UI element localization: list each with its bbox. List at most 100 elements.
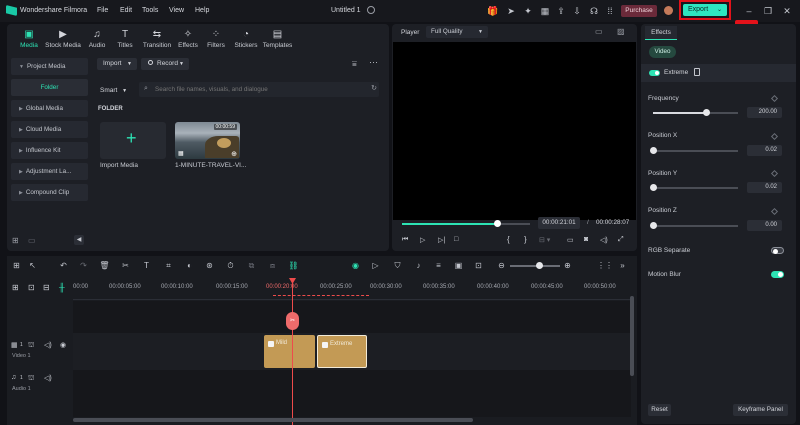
current-time[interactable]: 00:00:21:01 (538, 217, 580, 229)
grid-view-icon[interactable]: ▭ (595, 27, 603, 36)
lock-icon[interactable]: ⛫ (28, 341, 34, 350)
position-x-slider-track[interactable] (653, 150, 738, 152)
volume-icon[interactable]: ◁) (600, 236, 608, 244)
split-marker-icon[interactable]: ✂ (286, 312, 299, 330)
timer-icon[interactable]: ⏱ (225, 260, 236, 271)
motion-blur-toggle[interactable] (771, 271, 784, 278)
position-y-slider-knob[interactable] (650, 184, 657, 191)
tab-effects-panel[interactable]: Effects (645, 26, 677, 40)
shield-icon[interactable]: ⛉ (392, 260, 403, 271)
more-options-icon[interactable]: ··· (369, 57, 378, 67)
restore-icon[interactable]: ❐ (762, 5, 774, 17)
link-icon[interactable]: ⛓ (288, 260, 299, 271)
video-preview[interactable] (393, 42, 636, 220)
microphone-icon[interactable]: ♪ (413, 260, 424, 271)
playhead[interactable]: ✂ (286, 278, 299, 425)
position-z-slider-track[interactable] (653, 225, 738, 227)
zoom-in-icon[interactable]: ⊕ (562, 260, 573, 271)
playback-scrubber[interactable] (402, 220, 530, 228)
redo-icon[interactable]: ↷ (78, 260, 89, 271)
record-button[interactable]: Record ▼ (141, 58, 189, 70)
folder-icon[interactable]: ▭ (28, 236, 36, 245)
next-frame-icon[interactable]: ▷| (438, 236, 445, 244)
eye-icon[interactable]: ◉ (60, 341, 66, 349)
add-to-timeline-icon[interactable]: ⊕ (231, 150, 237, 158)
menu-help[interactable]: Help (195, 7, 209, 14)
search-input[interactable] (155, 84, 355, 95)
audio-mixer-icon[interactable]: ≡ (433, 260, 444, 271)
avatar[interactable] (664, 6, 673, 15)
more-icon[interactable]: » (617, 260, 628, 271)
export-button[interactable]: Export ⌄ (683, 4, 727, 16)
tab-audio[interactable]: ♫ Audio (85, 27, 109, 55)
snapshot-image-icon[interactable]: ▨ (617, 27, 625, 36)
quality-dropdown[interactable]: Full Quality ▼ (426, 26, 488, 38)
sidebar-item-adjustment-layer[interactable]: ▶ Adjustment La... (11, 163, 88, 180)
tab-effects[interactable]: ✧ Effects (175, 27, 201, 55)
zoom-out-icon[interactable]: ⊖ (496, 260, 507, 271)
reset-button[interactable]: Reset (648, 404, 671, 416)
mark-out-icon[interactable]: } (524, 235, 527, 244)
scrubber-knob[interactable] (493, 220, 501, 227)
position-z-value[interactable]: 0.00 (747, 220, 782, 231)
media-thumbnail[interactable]: 00:00:59 ▦ ⊕ (175, 122, 240, 159)
mute-icon[interactable]: ◁) (44, 341, 52, 349)
render-icon[interactable]: ◉ (350, 260, 361, 271)
tab-media[interactable]: ▣ Media (15, 27, 43, 55)
sidebar-item-influence-kit[interactable]: ▶ Influence Kit (11, 142, 88, 159)
tab-transition[interactable]: ⇆ Transition (140, 27, 174, 55)
new-folder-icon[interactable]: ⊞ (12, 236, 19, 245)
timeline-ruler[interactable]: 00:00 00:00:05:00 00:00:10:00 00:00:15:0… (73, 278, 631, 300)
refresh-icon[interactable]: ↻ (371, 84, 377, 92)
position-y-slider-track[interactable] (653, 187, 738, 189)
grid-icon[interactable]: ▦ (539, 5, 551, 17)
mute-icon[interactable]: ◁) (44, 374, 52, 382)
snapshot-icon[interactable]: ▣ (453, 260, 464, 271)
filter-sort-icon[interactable]: ⩸ (352, 59, 357, 69)
display-icon[interactable]: ▭ (567, 236, 574, 244)
keyframe-panel-button[interactable]: Keyframe Panel (733, 404, 788, 416)
tab-stickers[interactable]: ◔ Stickers (231, 27, 261, 55)
ruler-toggle-icon[interactable]: ╫ (59, 283, 65, 292)
insert-icon[interactable]: ⊟ ▾ (539, 236, 550, 244)
download-icon[interactable]: ⇩ (571, 5, 583, 17)
sidebar-item-cloud-media[interactable]: ▶ Cloud Media (11, 121, 88, 138)
smart-dropdown[interactable]: Smart ▼ (100, 85, 138, 96)
frequency-slider-knob[interactable] (702, 109, 710, 116)
tab-templates[interactable]: ▤ Templates (262, 27, 293, 55)
vertical-scrollbar[interactable] (630, 296, 634, 376)
apps-icon[interactable]: ⁞⁞ (604, 5, 616, 17)
menu-file[interactable]: File (97, 7, 108, 14)
upload-icon[interactable]: ⇪ (555, 5, 567, 17)
minimize-icon[interactable]: – (743, 5, 755, 17)
purchase-button[interactable]: Purchase (621, 5, 657, 17)
play-preview-icon[interactable]: ▷ (370, 260, 381, 271)
sidebar-item-compound-clip[interactable]: ▶ Compound Clip (11, 184, 88, 201)
menu-tools[interactable]: Tools (142, 7, 158, 14)
split-view-icon[interactable]: ⊡ (473, 260, 484, 271)
import-media-tile[interactable]: + (100, 122, 166, 159)
color-icon[interactable]: ◐ (184, 260, 195, 271)
split-icon[interactable]: ✂ (120, 260, 131, 271)
position-y-value[interactable]: 0.02 (747, 182, 782, 193)
stop-icon[interactable]: □ (454, 236, 458, 243)
cloud-status-icon[interactable] (367, 6, 375, 14)
tab-titles[interactable]: T Titles (113, 27, 137, 55)
lightbulb-icon[interactable]: ✦ (522, 5, 534, 17)
position-z-slider-knob[interactable] (650, 222, 657, 229)
rgb-separate-toggle[interactable] (771, 247, 784, 254)
speed-icon[interactable]: ⊛ (204, 260, 215, 271)
sidebar-item-folder[interactable]: Folder (11, 79, 88, 96)
clip-extreme[interactable]: Extreme (317, 335, 367, 368)
keyframe-diamond-icon[interactable] (770, 169, 779, 178)
zoom-slider[interactable] (510, 262, 560, 269)
delete-icon[interactable]: 🗑 (99, 260, 110, 271)
menu-view[interactable]: View (169, 7, 184, 14)
sidebar-item-global-media[interactable]: ▶ Global Media (11, 100, 88, 117)
sidebar-item-project-media[interactable]: ▼ Project Media (11, 58, 88, 75)
import-button[interactable]: Import ▼ (97, 58, 137, 70)
keyframe-diamond-icon[interactable] (770, 207, 779, 216)
select-tool-icon[interactable]: ↖ (27, 260, 38, 271)
search-box[interactable]: ⌕ ↻ (139, 82, 379, 97)
crop-icon[interactable]: ⌗ (163, 260, 174, 271)
